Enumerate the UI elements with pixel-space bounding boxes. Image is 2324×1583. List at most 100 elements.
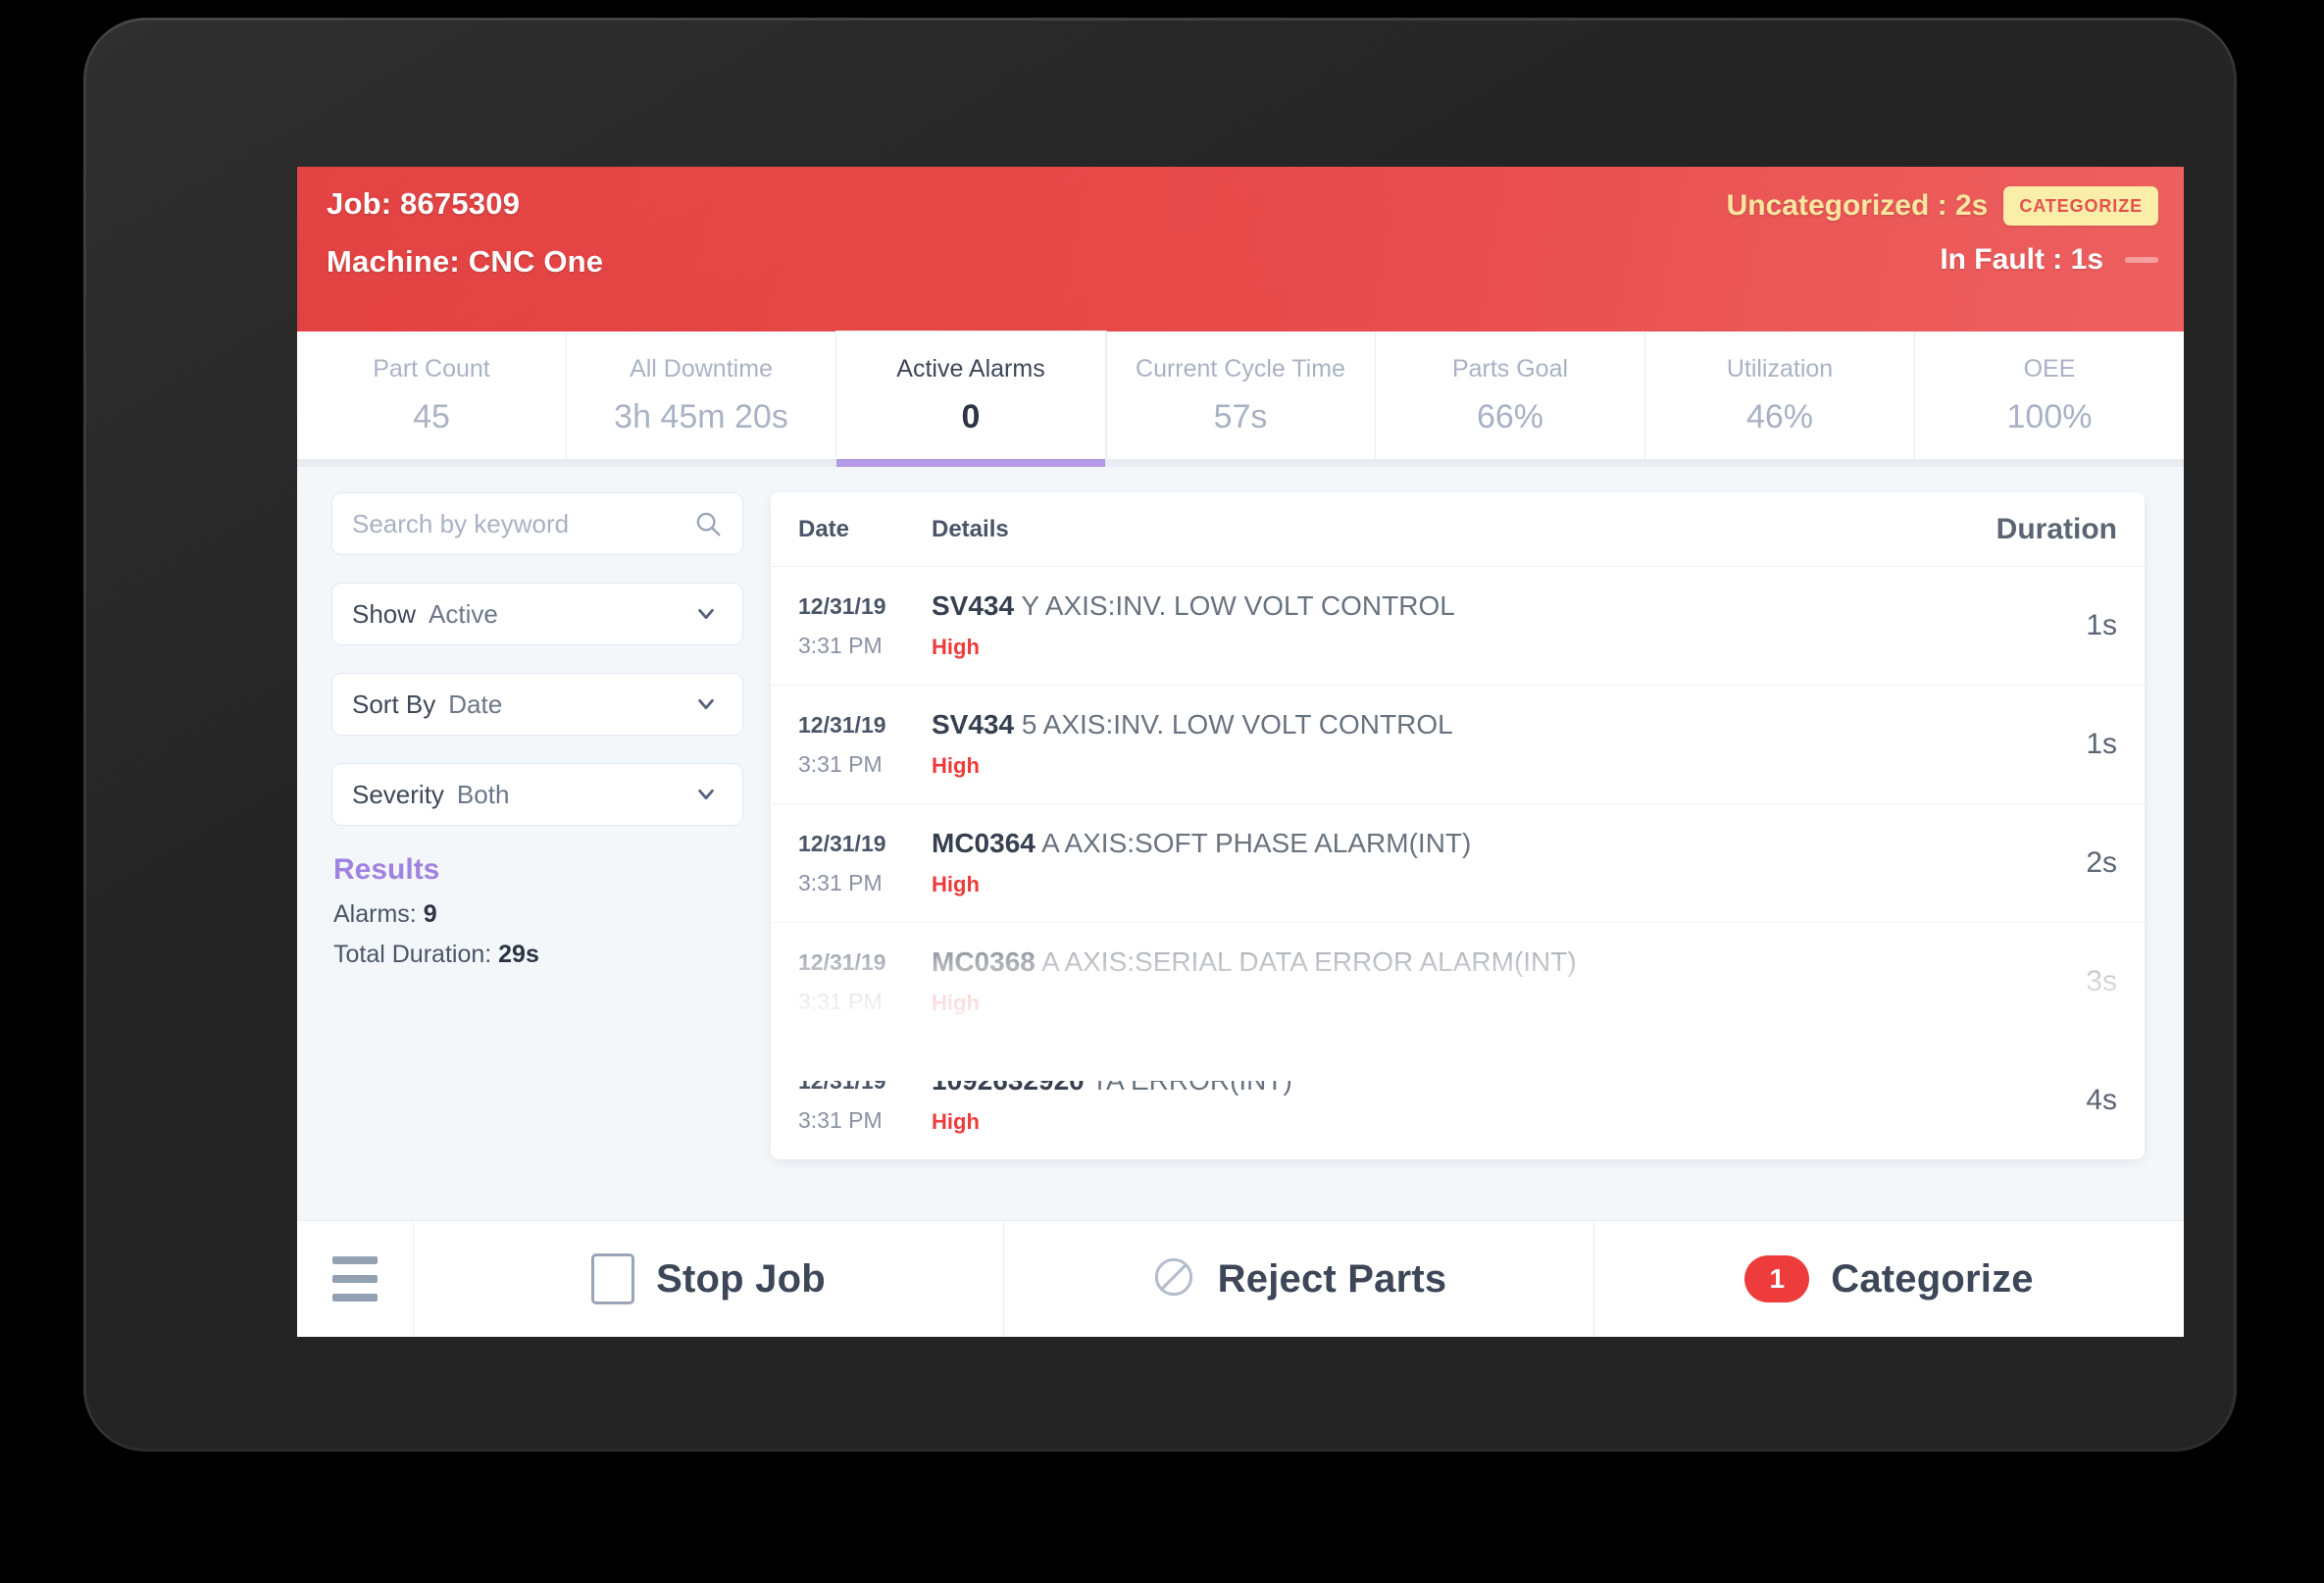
row-datetime: 12/31/19 3:31 PM <box>798 949 914 1015</box>
categorize-button[interactable]: 1 Categorize <box>1594 1221 2184 1337</box>
action-bar: Stop Job Reject Parts 1 Categorize <box>297 1220 2184 1337</box>
filter-sidebar: Show Active Sort By Date <box>297 492 743 1081</box>
results-alarms-count: Alarms: 9 <box>333 900 743 929</box>
row-alarm-message: A AXIS:SOFT PHASE ALARM(INT) <box>1041 828 1472 859</box>
table-header-row: Date Details Duration <box>771 492 2145 567</box>
reject-parts-button[interactable]: Reject Parts <box>1004 1221 1594 1337</box>
table-row[interactable]: 12/31/19 3:31 PM 1092632920 TA ERROR(INT… <box>771 1042 2145 1159</box>
results-duration-label: Total Duration: <box>333 941 492 968</box>
row-duration: 4s <box>2086 1084 2117 1116</box>
tab-value: 45 <box>413 397 450 435</box>
row-details: MC0368 A AXIS:SERIAL DATA ERROR ALARM(IN… <box>914 946 1990 1016</box>
tab-parts-goal[interactable]: Parts Goal 66% <box>1376 332 1645 459</box>
table-row[interactable]: 12/31/19 3:31 PM SV434 Y AXIS:INV. LOW V… <box>771 567 2145 686</box>
row-duration: 1s <box>2086 609 2117 641</box>
menu-button[interactable] <box>297 1221 414 1337</box>
results-alarms-value: 9 <box>423 900 437 928</box>
chevron-down-icon <box>691 603 721 630</box>
results-alarms-label: Alarms: <box>333 900 417 928</box>
table-row[interactable]: 12/31/19 3:31 PM MC0368 A AXIS:SERIAL DA… <box>771 923 2145 1042</box>
machine-label: Machine: CNC One <box>327 244 604 279</box>
stop-job-label: Stop Job <box>656 1256 826 1301</box>
tab-label: Active Alarms <box>896 354 1045 383</box>
row-severity: High <box>932 990 980 1015</box>
tab-active-alarms[interactable]: Active Alarms 0 <box>836 332 1106 467</box>
main-content: Show Active Sort By Date <box>297 467 2184 1159</box>
header-left-info: Job: 8675309 Machine: CNC One <box>327 186 603 280</box>
no-entry-icon <box>1151 1254 1196 1304</box>
row-time: 3:31 PM <box>798 632 883 658</box>
tablet-device-frame: Job: 8675309 Machine: CNC One Uncategori… <box>83 18 2237 1452</box>
filter-value: Active <box>429 598 498 629</box>
app-screen: Job: 8675309 Machine: CNC One Uncategori… <box>297 167 2184 1337</box>
tab-value: 3h 45m 20s <box>614 397 788 435</box>
filter-label: Show <box>352 598 417 629</box>
in-fault-label: In Fault : 1s <box>1940 243 2103 276</box>
row-severity: High <box>932 1108 980 1134</box>
row-time: 3:31 PM <box>798 988 883 1014</box>
stop-job-button[interactable]: Stop Job <box>414 1221 1004 1337</box>
tab-label: Current Cycle Time <box>1136 354 1345 383</box>
row-date: 12/31/19 <box>798 592 886 619</box>
column-header-duration: Duration <box>1996 512 2117 545</box>
table-row[interactable]: 12/31/19 3:31 PM SV434 5 AXIS:INV. LOW V… <box>771 686 2145 804</box>
results-total-duration: Total Duration: 29s <box>333 941 743 969</box>
row-datetime: 12/31/19 3:31 PM <box>798 1068 914 1134</box>
uncategorized-label: Uncategorized : 2s <box>1726 189 1989 222</box>
categorize-pill-button[interactable]: CATEGORIZE <box>2003 186 2158 226</box>
search-input[interactable] <box>332 493 742 554</box>
filter-value: Both <box>456 779 510 809</box>
uncategorized-row: Uncategorized : 2s CATEGORIZE <box>1727 186 2158 226</box>
minus-dash-icon[interactable] <box>2125 257 2158 263</box>
results-duration-value: 29s <box>498 941 539 968</box>
row-title: MC0368 A AXIS:SERIAL DATA ERROR ALARM(IN… <box>932 946 1990 978</box>
filter-label: Sort By <box>352 689 436 719</box>
row-details: SV434 5 AXIS:INV. LOW VOLT CONTROL High <box>914 709 1990 779</box>
job-label: Job: 8675309 <box>327 186 521 221</box>
row-title: SV434 Y AXIS:INV. LOW VOLT CONTROL <box>932 590 1990 622</box>
tab-label: Parts Goal <box>1451 354 1569 383</box>
tab-part-count[interactable]: Part Count 45 <box>297 332 567 459</box>
row-alarm-code: SV434 <box>932 590 1015 622</box>
tab-value: 0 <box>961 397 981 435</box>
row-date: 12/31/19 <box>798 948 886 975</box>
filter-severity-dropdown[interactable]: Severity Both <box>331 763 743 826</box>
tab-oee[interactable]: OEE 100% <box>1915 332 2184 459</box>
row-duration: 3s <box>2086 965 2117 997</box>
table-row[interactable]: 12/31/19 3:31 PM MC0364 A AXIS:SOFT PHAS… <box>771 804 2145 923</box>
tab-utilization[interactable]: Utilization 46% <box>1645 332 1915 459</box>
tab-current-cycle-time[interactable]: Current Cycle Time 57s <box>1106 332 1376 459</box>
chevron-down-icon <box>691 693 721 720</box>
tab-value: 57s <box>1213 397 1268 435</box>
categorize-count-badge: 1 <box>1744 1255 1810 1302</box>
row-title: MC0364 A AXIS:SOFT PHASE ALARM(INT) <box>932 828 1990 859</box>
tab-label: All Downtime <box>630 354 773 383</box>
row-datetime: 12/31/19 3:31 PM <box>798 712 914 778</box>
filter-sortby-dropdown[interactable]: Sort By Date <box>331 673 743 736</box>
tab-all-downtime[interactable]: All Downtime 3h 45m 20s <box>567 332 836 459</box>
in-fault-row: In Fault : 1s <box>1727 243 2158 277</box>
stop-square-icon <box>591 1253 635 1304</box>
tab-value: 100% <box>2006 397 2093 435</box>
row-alarm-code: 1092632920 <box>932 1065 1085 1097</box>
row-alarm-code: MC0368 <box>932 946 1036 978</box>
row-duration: 1s <box>2086 728 2117 760</box>
categorize-label: Categorize <box>1831 1256 2034 1301</box>
row-severity: High <box>932 752 980 778</box>
row-alarm-message: 5 AXIS:INV. LOW VOLT CONTROL <box>1021 709 1453 740</box>
row-time: 3:31 PM <box>798 750 883 777</box>
row-time: 3:31 PM <box>798 869 883 895</box>
filter-show-dropdown[interactable]: Show Active <box>331 583 743 645</box>
row-title: 1092632920 TA ERROR(INT) <box>932 1065 1990 1097</box>
row-details: 1092632920 TA ERROR(INT) High <box>914 1065 1990 1135</box>
tab-value: 66% <box>1476 397 1544 435</box>
reject-parts-label: Reject Parts <box>1217 1256 1447 1301</box>
row-alarm-code: SV434 <box>932 709 1015 740</box>
row-date: 12/31/19 <box>798 830 886 856</box>
app-header: Job: 8675309 Machine: CNC One Uncategori… <box>297 167 2184 332</box>
filter-value: Date <box>448 689 503 719</box>
tab-value: 46% <box>1745 397 1814 435</box>
column-header-details: Details <box>932 515 1009 542</box>
chevron-down-icon <box>691 784 721 810</box>
search-field-wrapper[interactable] <box>331 492 743 555</box>
